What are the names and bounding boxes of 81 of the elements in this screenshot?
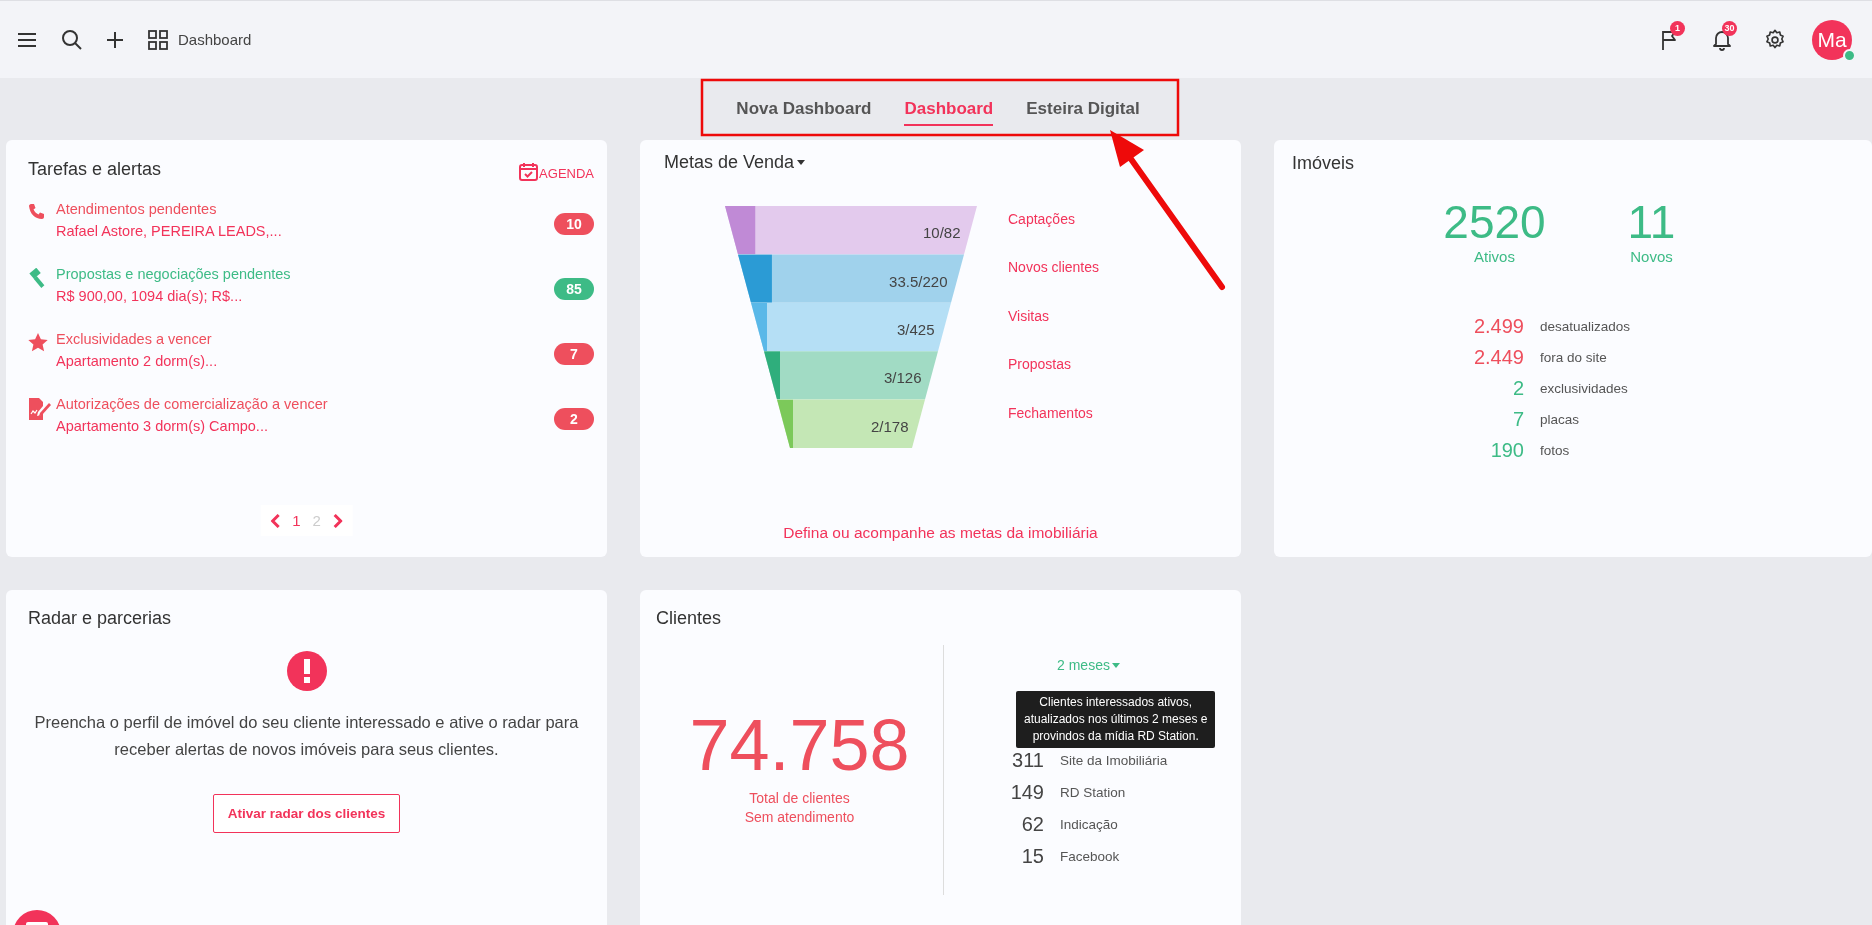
total-label: Novos xyxy=(1630,248,1673,265)
page-button[interactable]: 1 xyxy=(292,512,301,529)
chat-button[interactable] xyxy=(13,910,61,925)
goals-link[interactable]: Defina ou acompanhe as metas da imobiliária xyxy=(783,524,1098,541)
goal-reading: 2/178 xyxy=(870,417,909,435)
dashboard-tab[interactable]: Esteira Digital xyxy=(1026,92,1140,126)
stat-label: fotos xyxy=(1540,443,1571,458)
task-title[interactable]: Exclusividades a vencer xyxy=(56,331,218,347)
stat-value: 2.449 xyxy=(1472,346,1524,369)
settings-icon[interactable] xyxy=(1764,28,1786,51)
agenda-link[interactable]: AGENDA xyxy=(519,162,594,181)
caret-icon xyxy=(797,160,806,165)
dashboard-tab[interactable]: Nova Dashboard xyxy=(736,92,872,126)
alert-icon xyxy=(286,651,327,691)
search-icon[interactable] xyxy=(61,29,82,50)
chevron-right-icon[interactable] xyxy=(332,513,343,528)
period-dropdown[interactable]: 2 meses xyxy=(1057,657,1120,673)
total-clients-caption: Total de clientes xyxy=(748,789,851,808)
count-badge: 2 xyxy=(554,408,594,430)
card-title: Tarefas e alertas xyxy=(28,159,162,180)
goal-reading: 3/126 xyxy=(883,369,922,387)
goal-reading: 33.5/220 xyxy=(889,272,948,290)
stage-label: Visitas xyxy=(1008,306,1050,326)
radar-message: Preencha o perfil de imóvel do seu cliente interessado e ative o radar para receber alertas de novos imóveis para seus clientes. xyxy=(33,712,580,760)
total-value: 11 xyxy=(1627,196,1676,248)
task-title[interactable]: Propostas e negociações pendentes xyxy=(56,266,291,282)
chevron-left-icon[interactable] xyxy=(270,513,281,528)
total-clients-caption: Sem atendimento xyxy=(744,808,855,827)
activate-radar-button[interactable]: Ativar radar dos clientes xyxy=(212,794,401,833)
signed-document-icon xyxy=(28,398,52,420)
stat-label: exclusividades xyxy=(1540,381,1629,396)
total-label: Ativos xyxy=(1474,248,1515,265)
source-label: Facebook xyxy=(1060,849,1121,864)
stage-label: Propostas xyxy=(1008,355,1073,375)
stat-value: 2 xyxy=(1511,377,1524,400)
stat-value: 190 xyxy=(1489,439,1524,462)
stat-label: desatualizados xyxy=(1540,319,1632,334)
source-count: 15 xyxy=(1020,845,1044,868)
phone-icon xyxy=(28,203,46,221)
star-icon xyxy=(28,333,48,352)
stat-value: 7 xyxy=(1511,408,1524,431)
caret-icon xyxy=(1111,662,1120,668)
card-title: Imóveis xyxy=(1292,153,1354,174)
task-detail: R$ 900,00, 1094 dia(s); R$... xyxy=(56,288,244,304)
menu-icon[interactable] xyxy=(17,31,37,48)
stat-label: placas xyxy=(1540,412,1581,427)
tooltip: Clientes interessados ativos, atualizados nos últimos 2 meses e provindos da mídia RD Station. xyxy=(1016,691,1216,748)
task-title[interactable]: Atendimentos pendentes xyxy=(56,201,282,217)
total-value: 2520 xyxy=(1443,196,1546,248)
user-avatar[interactable]: Ma xyxy=(1812,19,1852,60)
stage-label: Captações xyxy=(1008,210,1076,229)
goals-dropdown[interactable]: Metas de Venda xyxy=(664,152,1241,173)
count-badge: 7 xyxy=(554,343,594,365)
notification-badge: 30 xyxy=(1722,20,1737,36)
task-detail: Rafael Astore, PEREIRA LEADS,... xyxy=(56,223,282,239)
stage-label: Fechamentos xyxy=(1008,403,1094,423)
task-detail: Apartamento 2 dorm(s)... xyxy=(56,353,218,369)
stat-label: fora do site xyxy=(1540,350,1608,365)
card-title: Clientes xyxy=(656,608,722,629)
calendar-check-icon xyxy=(519,162,539,181)
task-detail: Apartamento 3 dorm(s) Campo... xyxy=(56,418,269,434)
notification-badge: 1 xyxy=(1670,20,1685,36)
grid-icon[interactable] xyxy=(148,29,168,50)
count-badge: 10 xyxy=(554,213,594,235)
card-title: Radar e parcerias xyxy=(28,608,172,629)
plus-icon[interactable] xyxy=(106,30,124,49)
stat-value: 2.499 xyxy=(1472,315,1524,338)
dashboard-tab[interactable]: Dashboard xyxy=(904,92,994,126)
count-badge: 85 xyxy=(554,278,594,300)
page-title: Dashboard xyxy=(178,31,252,48)
source-label: RD Station xyxy=(1060,785,1127,800)
source-count: 149 xyxy=(1009,781,1044,804)
source-label: Site da Imobiliária xyxy=(1060,753,1169,768)
stage-label: Novos clientes xyxy=(1008,258,1100,278)
source-count: 311 xyxy=(1011,749,1044,772)
source-count: 62 xyxy=(1020,813,1044,836)
goal-reading: 3/425 xyxy=(896,321,935,338)
task-title[interactable]: Autorizações de comercialização a vencer xyxy=(56,396,328,412)
total-clients-value: 74.758 xyxy=(689,705,910,785)
source-label: Indicação xyxy=(1060,817,1119,832)
goal-reading: 10/82 xyxy=(922,224,961,242)
